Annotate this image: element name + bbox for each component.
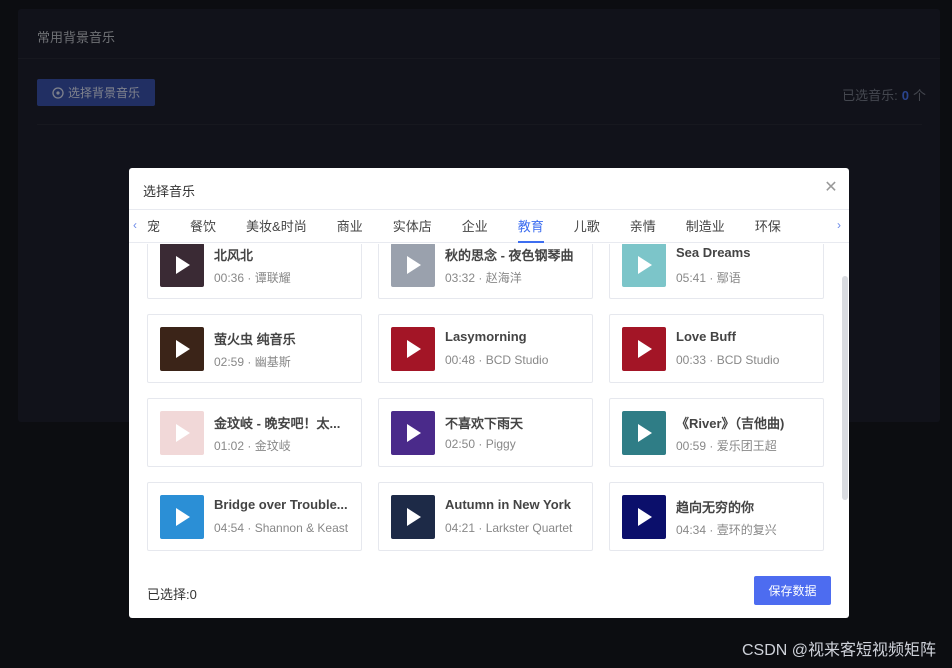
music-card[interactable]: Bridge over Trouble... 04:54 · Shannon & … bbox=[147, 482, 362, 551]
play-icon[interactable] bbox=[407, 256, 421, 274]
tab-9[interactable]: 制造业 bbox=[671, 210, 740, 243]
play-icon[interactable] bbox=[176, 340, 190, 358]
cover-thumbnail[interactable] bbox=[391, 327, 435, 371]
music-meta: 02:50 · Piggy bbox=[445, 437, 516, 451]
music-card[interactable]: 不喜欢下雨天 02:50 · Piggy bbox=[378, 398, 593, 467]
tab-0[interactable]: 宠 bbox=[143, 210, 175, 243]
tab-3[interactable]: 商业 bbox=[322, 210, 378, 243]
selected-count: 已选择:0 bbox=[147, 584, 197, 603]
select-music-modal: 选择音乐 ✕ ‹ 宠餐饮 美妆&时尚 商业 实体店 企业 教育 儿歌 亲情 制造业 环保 › 北风… bbox=[129, 168, 849, 618]
cover-thumbnail[interactable] bbox=[160, 411, 204, 455]
cover-thumbnail[interactable] bbox=[622, 244, 666, 287]
music-card[interactable]: 《River》（吉他曲) 00:59 · 爱乐团王超 bbox=[609, 398, 824, 467]
music-card[interactable]: 金玟岐 - 晚安吧！太... 01:02 · 金玟岐 bbox=[147, 398, 362, 467]
music-card[interactable]: Autumn in New York 04:21 · Larkster Quart… bbox=[378, 482, 593, 551]
music-list: 北风北 00:36 · 谭联耀 秋的思念 - 夜色钢琴曲 03:32 · 赵海洋 Sea… bbox=[129, 244, 849, 556]
save-button[interactable]: 保存数据 bbox=[754, 576, 831, 605]
chevron-left-icon[interactable]: ‹ bbox=[129, 218, 141, 234]
tab-list: 宠餐饮 美妆&时尚 商业 实体店 企业 教育 儿歌 亲情 制造业 环保 bbox=[143, 210, 835, 243]
tab-4[interactable]: 实体店 bbox=[378, 210, 447, 243]
watermark: CSDN @视来客短视频矩阵 bbox=[741, 642, 936, 659]
chevron-right-icon[interactable]: › bbox=[833, 218, 845, 234]
close-icon[interactable]: ✕ bbox=[823, 180, 839, 196]
music-title: Sea Dreams bbox=[676, 245, 751, 260]
cover-thumbnail[interactable] bbox=[160, 495, 204, 539]
music-title: 趋向无穷的你 bbox=[676, 500, 755, 515]
music-meta: 04:34 · 壹环的复兴 bbox=[676, 523, 777, 537]
music-meta: 00:33 · BCD Studio bbox=[676, 353, 780, 367]
cover-thumbnail[interactable] bbox=[622, 495, 666, 539]
play-icon[interactable] bbox=[176, 424, 190, 442]
music-card[interactable]: 趋向无穷的你 04:34 · 壹环的复兴 bbox=[609, 482, 824, 551]
modal-title: 选择音乐 bbox=[143, 184, 196, 199]
modal-header: 选择音乐 ✕ bbox=[129, 168, 849, 210]
music-card[interactable]: Lasymorning 00:48 · BCD Studio bbox=[378, 314, 593, 383]
music-meta: 04:21 · Larkster Quartet bbox=[445, 521, 573, 535]
music-title: 北风北 bbox=[214, 248, 254, 263]
play-icon[interactable] bbox=[638, 340, 652, 358]
tab-10[interactable]: 环保 bbox=[740, 210, 796, 243]
play-icon[interactable] bbox=[407, 508, 421, 526]
music-grid: 北风北 00:36 · 谭联耀 秋的思念 - 夜色钢琴曲 03:32 · 赵海洋 Sea… bbox=[147, 244, 827, 551]
music-meta: 04:54 · Shannon & Keast bbox=[214, 521, 349, 535]
tab-1[interactable]: 餐饮 bbox=[175, 210, 231, 243]
cover-thumbnail[interactable] bbox=[160, 327, 204, 371]
category-tabs: ‹ 宠餐饮 美妆&时尚 商业 实体店 企业 教育 儿歌 亲情 制造业 环保 › bbox=[129, 210, 849, 243]
play-icon[interactable] bbox=[176, 256, 190, 274]
music-meta: 01:02 · 金玟岐 bbox=[214, 439, 291, 453]
music-title: 《River》（吉他曲) bbox=[676, 416, 785, 431]
play-icon[interactable] bbox=[407, 424, 421, 442]
music-meta: 03:32 · 赵海洋 bbox=[445, 271, 522, 285]
selected-label: 已选择: bbox=[147, 587, 190, 602]
music-card[interactable]: Love Buff 00:33 · BCD Studio bbox=[609, 314, 824, 383]
music-card[interactable]: 萤火虫 纯音乐 02:59 · 幽基斯 bbox=[147, 314, 362, 383]
music-card[interactable]: Sea Dreams 05:41 · 鄢语 bbox=[609, 244, 824, 299]
music-title: 不喜欢下雨天 bbox=[445, 416, 524, 431]
music-title: Bridge over Trouble... bbox=[214, 497, 348, 512]
tab-2[interactable]: 美妆&时尚 bbox=[231, 210, 322, 243]
play-icon[interactable] bbox=[407, 340, 421, 358]
music-meta: 05:41 · 鄢语 bbox=[676, 271, 741, 285]
music-title: 萤火虫 纯音乐 bbox=[214, 332, 296, 347]
cover-thumbnail[interactable] bbox=[391, 244, 435, 287]
music-title: Love Buff bbox=[676, 329, 736, 344]
music-title: Autumn in New York bbox=[445, 497, 571, 512]
cover-thumbnail[interactable] bbox=[622, 411, 666, 455]
scrollbar[interactable] bbox=[842, 276, 848, 500]
music-card[interactable]: 秋的思念 - 夜色钢琴曲 03:32 · 赵海洋 bbox=[378, 244, 593, 299]
play-icon[interactable] bbox=[638, 256, 652, 274]
music-meta: 00:48 · BCD Studio bbox=[445, 353, 549, 367]
selected-value: 0 bbox=[189, 587, 197, 602]
cover-thumbnail[interactable] bbox=[391, 411, 435, 455]
music-meta: 02:59 · 幽基斯 bbox=[214, 355, 291, 369]
cover-thumbnail[interactable] bbox=[160, 244, 204, 287]
music-title: Lasymorning bbox=[445, 329, 527, 344]
cover-thumbnail[interactable] bbox=[391, 495, 435, 539]
tab-5[interactable]: 企业 bbox=[447, 210, 503, 243]
cover-thumbnail[interactable] bbox=[622, 327, 666, 371]
play-icon[interactable] bbox=[176, 508, 190, 526]
music-meta: 00:59 · 爱乐团王超 bbox=[676, 439, 777, 453]
tab-8[interactable]: 亲情 bbox=[615, 210, 671, 243]
tab-6[interactable]: 教育 bbox=[503, 210, 559, 243]
play-icon[interactable] bbox=[638, 424, 652, 442]
music-meta: 00:36 · 谭联耀 bbox=[214, 271, 291, 285]
music-card[interactable]: 北风北 00:36 · 谭联耀 bbox=[147, 244, 362, 299]
tab-7[interactable]: 儿歌 bbox=[559, 210, 615, 243]
play-icon[interactable] bbox=[638, 508, 652, 526]
music-title: 秋的思念 - 夜色钢琴曲 bbox=[445, 248, 574, 263]
music-title: 金玟岐 - 晚安吧！太... bbox=[214, 416, 341, 431]
